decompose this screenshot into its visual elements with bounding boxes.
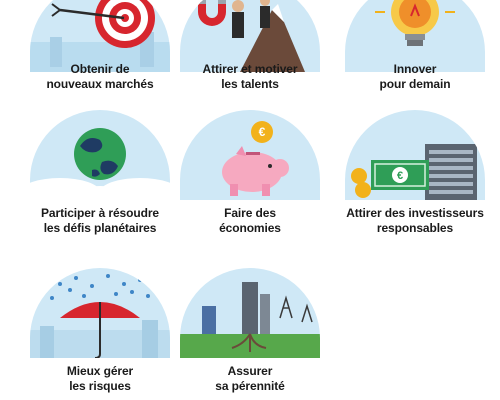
tile-sustainability: Assurer sa pérennité <box>175 268 325 398</box>
tile-investors: € Attirer des investisseurs responsables <box>340 110 490 240</box>
tile-label: Obtenir de nouveaux marchés <box>46 62 154 91</box>
earth-globe-icon <box>30 110 170 200</box>
tile-label: Assurer sa pérennité <box>215 364 285 393</box>
piggy-bank-icon: € <box>180 110 320 200</box>
tile-label: Attirer des investisseurs responsables <box>346 206 484 235</box>
tile-planetary-challenges: Participer à résoudre les défis planétair… <box>25 110 175 240</box>
euro-money-buildings-icon: € <box>345 110 485 200</box>
tile-savings: € Faire des économies <box>175 110 325 240</box>
umbrella-rain-icon <box>30 268 170 358</box>
tile-label: Faire des économies <box>219 206 281 235</box>
svg-text:€: € <box>259 125 266 139</box>
svg-text:€: € <box>397 170 403 182</box>
tile-label: Attirer et motiver les talents <box>202 62 298 91</box>
tile-label: Participer à résoudre les défis planétair… <box>41 206 159 235</box>
tile-risk-management: Mieux gérer les risques <box>25 268 175 398</box>
city-tree-roots-icon <box>180 268 320 358</box>
tile-label: Mieux gérer les risques <box>66 364 134 393</box>
tile-label: Innover pour demain <box>379 62 451 91</box>
